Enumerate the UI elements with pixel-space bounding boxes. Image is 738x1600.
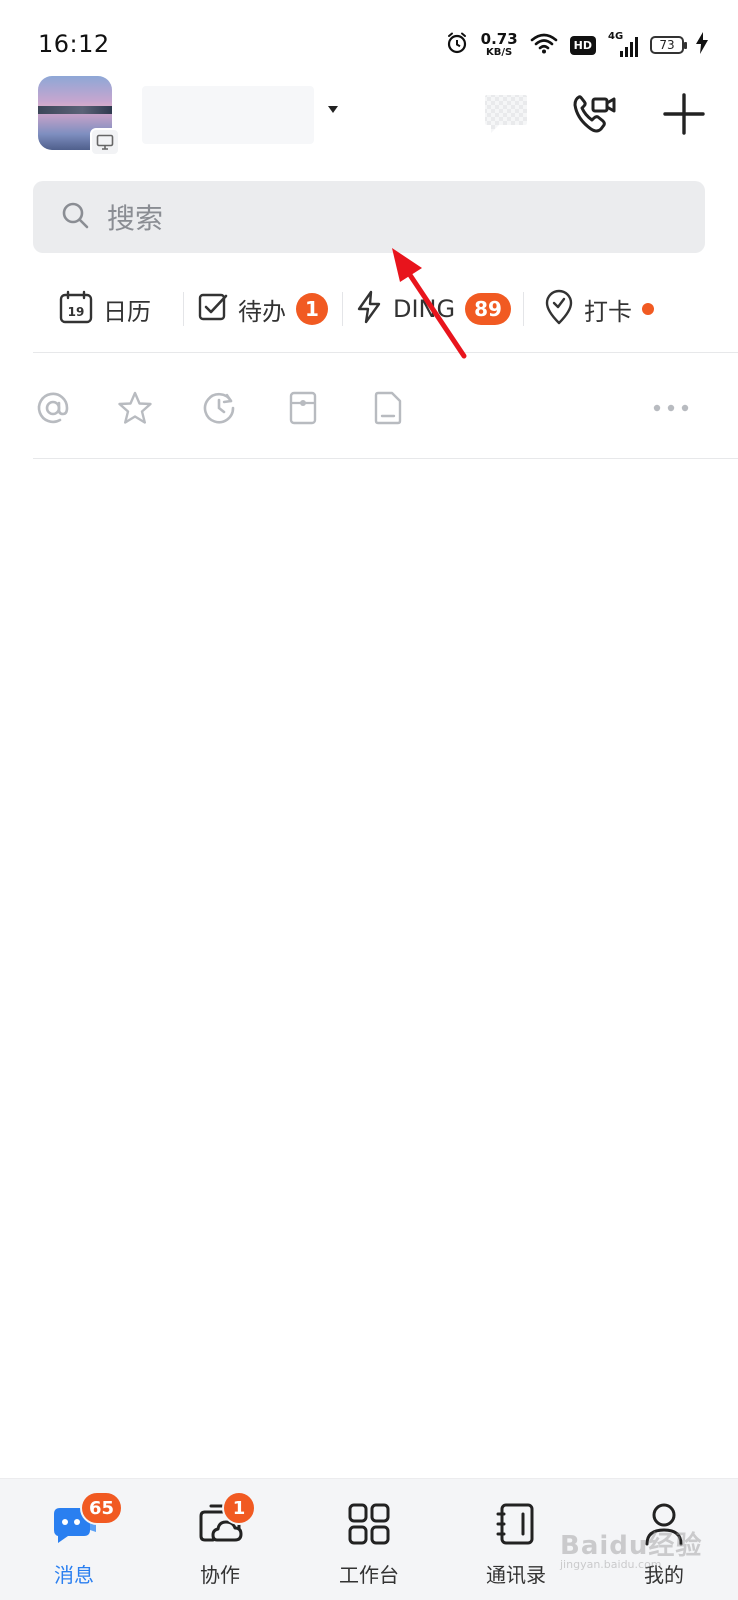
calendar-icon: 19: [59, 290, 93, 328]
monitor-icon: [90, 128, 120, 156]
nav-workbench[interactable]: 工作台: [299, 1479, 439, 1600]
checkin-label: 打卡: [583, 297, 632, 326]
grid-icon: [345, 1501, 393, 1547]
collab-badge: 1: [222, 1491, 256, 1525]
wifi-icon: [530, 32, 558, 58]
nav-collab[interactable]: 1 协作: [150, 1479, 290, 1600]
status-time: 16:12: [38, 30, 110, 58]
divider: [342, 292, 343, 326]
filter-row: [33, 388, 705, 432]
quick-calendar[interactable]: 19 日历: [59, 287, 151, 331]
charging-icon: [696, 32, 708, 58]
header: [0, 76, 738, 156]
divider: [522, 292, 524, 326]
status-bar: 16:12 0.73 KB/S HD 4G 73: [0, 0, 738, 80]
chevron-down-icon[interactable]: [328, 106, 338, 113]
watermark-url: jingyan.baidu.com: [560, 1558, 662, 1571]
svg-text:19: 19: [68, 305, 85, 319]
divider: [183, 292, 184, 326]
signal-icon: 4G: [608, 31, 638, 57]
video-call-icon[interactable]: [570, 90, 618, 138]
search-input[interactable]: 搜索: [33, 181, 705, 253]
divider: [33, 352, 738, 353]
checkbox-icon: [198, 292, 228, 326]
battery-icon: 73: [650, 36, 687, 54]
quick-todo[interactable]: 待办 1: [198, 287, 328, 331]
org-name-redacted[interactable]: [142, 86, 314, 144]
collab-label: 协作: [200, 1563, 240, 1587]
camera-cloud-icon: 1: [196, 1491, 256, 1547]
todo-badge: 1: [296, 293, 328, 325]
ding-label: DING: [393, 295, 456, 323]
more-icon[interactable]: [651, 388, 691, 428]
search-placeholder: 搜索: [107, 202, 164, 235]
search-icon: [61, 201, 89, 233]
workbench-label: 工作台: [339, 1563, 399, 1587]
lightning-icon: [355, 290, 383, 328]
quick-actions: 19 日历 待办 1 DING 89 打卡: [33, 278, 738, 340]
hd-badge: HD: [569, 35, 596, 55]
quick-checkin[interactable]: 打卡: [544, 287, 654, 331]
messages-badge: 65: [80, 1491, 124, 1525]
calendar-label: 日历: [103, 297, 151, 326]
net-speed: 0.73 KB/S: [480, 30, 518, 58]
clock-icon[interactable]: [199, 388, 239, 428]
location-check-icon: [544, 289, 574, 329]
watermark: Baidu经验: [560, 1531, 703, 1561]
divider: [33, 458, 738, 459]
messages-label: 消息: [54, 1563, 94, 1587]
checkin-dot: [641, 303, 654, 315]
document-icon[interactable]: [368, 388, 408, 428]
at-icon[interactable]: [33, 388, 73, 428]
quick-ding[interactable]: DING 89: [355, 287, 511, 331]
chat-bubble-icon[interactable]: [482, 90, 530, 138]
todo-label: 待办: [238, 297, 286, 326]
tag-icon[interactable]: [283, 388, 323, 428]
ding-badge: 89: [465, 293, 511, 325]
message-icon: 65: [50, 1491, 124, 1547]
alarm-icon: [445, 31, 469, 59]
status-icons: 0.73 KB/S HD 4G 73: [445, 28, 708, 62]
nav-messages[interactable]: 65 消息: [4, 1479, 144, 1600]
contacts-book-icon: [492, 1501, 540, 1547]
plus-icon[interactable]: [660, 90, 708, 138]
star-icon[interactable]: [115, 388, 155, 428]
